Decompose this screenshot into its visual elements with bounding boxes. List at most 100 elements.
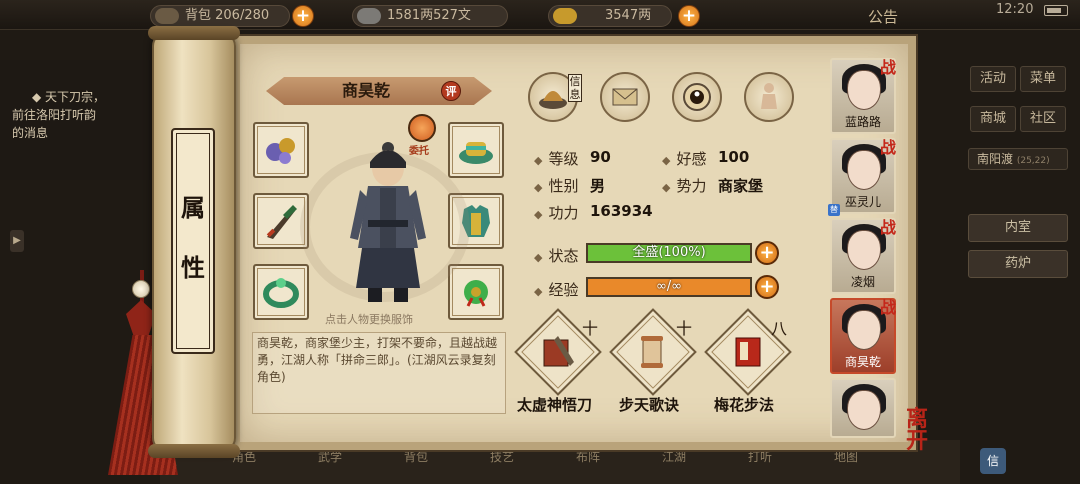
bottom-item-bag[interactable]: 背包 [404,448,428,465]
bagua-icon [683,83,711,111]
bottom-item-martial[interactable]: 武学 [318,448,342,465]
bag-capacity-text: 背包 206/280 [185,8,270,23]
equip-slot-amulet[interactable] [448,264,504,320]
portrait-face [847,310,881,350]
silver-icon [357,8,381,24]
portrait-face [847,390,881,430]
delegate-icon[interactable] [408,114,436,142]
meridian-body-icon [761,83,777,109]
gender-value: 男 [590,177,606,195]
battery-icon [1044,5,1068,16]
tab-meridian[interactable] [744,72,794,122]
roster-portrait-5[interactable] [830,378,896,438]
community-button[interactable]: 社区 [1020,106,1066,132]
activity-button[interactable]: 活动 [970,66,1016,92]
exp-bar-text: ∞/∞ [655,279,683,294]
roster-battle-tag-1: 战 [880,58,897,77]
quest-title-text: 天下刀宗， [45,90,106,104]
tab-info-label: 信息 [568,74,582,102]
scroll-title: 属性 [171,128,215,354]
mall-button[interactable]: 商城 [970,106,1016,132]
roster-name-4: 商昊乾 [844,355,881,369]
amulet-icon [464,280,488,307]
room-furnace-button[interactable]: 药炉 [968,250,1068,278]
portrait-face [847,230,881,270]
swap-tag: 替 [828,204,840,216]
letter-icon [612,88,638,106]
gem-ornament-icon [266,138,295,164]
equip-slot-accessory[interactable] [253,122,309,178]
exp-bar: ∞/∞ [586,277,752,297]
tab-bagua[interactable] [672,72,722,122]
level-value: 90 [590,148,611,166]
bottom-item-world[interactable]: 江湖 [662,448,686,465]
skill-2-name: 步天歌诀 [619,396,680,414]
roster-name-2: 巫灵儿 [844,195,881,209]
roster-battle-tag-3: 战 [880,218,897,237]
roster-battle-tag-4: 战 [880,298,897,317]
rate-button[interactable]: 评 [441,81,461,101]
status-bar-text: 全盛(100%) [632,245,706,260]
portrait-face [847,70,881,110]
bottom-item-formation[interactable]: 布阵 [576,448,600,465]
delegate-label: 委托 [409,146,429,157]
portrait-face [847,150,881,190]
expand-left-arrow-icon[interactable]: ▶ [10,230,24,252]
bottom-item-skill[interactable]: 技艺 [490,448,514,465]
blade-manual-icon [543,336,574,367]
equip-slot-hat[interactable] [448,122,504,178]
skill-3-level: 八 [771,319,788,338]
hat-info-icon [539,91,567,109]
quest-tracker[interactable]: ◆ 天下刀宗， 前往洛阳打听韵 的消息 [0,60,165,180]
status-add-button[interactable]: + [755,241,779,265]
skill-1-name: 太虚神悟刀 [517,396,593,414]
character-description: 商昊乾，商家堡少主，打架不要命，且越战越勇，江湖人称「拼命三郎」。(江湖风云录复… [252,332,506,414]
gold-text: 3547两 [605,8,652,23]
favor-value: 100 [718,148,750,166]
faction-label: 势力 [662,175,706,196]
skill-1-level: 十 [582,319,599,338]
favor-label: 好感 [662,148,706,169]
skill-3-name: 梅花步法 [714,396,775,414]
room-inner-button[interactable]: 内室 [968,214,1068,242]
quest-line-2: 的消息 [12,126,49,140]
hat-icon [459,142,493,164]
add-gold-button[interactable]: + [678,5,700,27]
exp-label: 经验 [534,279,578,300]
level-label: 等级 [534,148,578,169]
bag-icon [155,8,179,24]
gold-display: 3547两 [548,5,672,27]
power-label: 功力 [534,202,578,223]
power-value: 163934 [590,202,653,220]
roster-name-1: 蓝路路 [844,115,881,129]
leave-button[interactable]: 离开 [906,408,936,452]
outfit-hint: 点击人物更换服饰 [325,313,413,326]
add-bag-button[interactable]: + [292,5,314,27]
jade-bracelet-icon [263,278,299,308]
status-bar: 全盛(100%) [586,243,752,263]
location-coords: (25,22) [1016,156,1050,166]
gold-ingot-icon [553,8,577,24]
location-name: 南阳渡 [977,152,1014,166]
tassel-bead [132,280,150,298]
menu-button[interactable]: 菜单 [1020,66,1066,92]
scroll-manual-icon [641,336,663,368]
skill-2-level: 十 [676,319,693,338]
gender-label: 性别 [534,175,578,196]
bag-capacity: 背包 206/280 [150,5,290,27]
location-indicator[interactable]: 南阳渡 (25,22) [968,148,1068,170]
character-name: 商昊乾 [341,81,390,100]
bottom-item-map[interactable]: 地图 [834,448,858,465]
bottom-item-inquire[interactable]: 打听 [748,448,772,465]
roster-name-3: 凌烟 [850,275,875,289]
money-display: 1581两527文 [352,5,508,27]
tab-letter[interactable] [600,72,650,122]
equip-slot-bracelet[interactable] [253,264,309,320]
status-label: 状态 [534,245,578,266]
exp-add-button[interactable]: + [755,275,779,299]
quest-line-1: 前往洛阳打听韵 [12,108,97,122]
blade-icon [266,205,297,239]
notice-button[interactable]: 公告 [868,6,898,27]
red-book-icon [735,337,761,367]
message-icon[interactable]: 信 [980,448,1006,474]
